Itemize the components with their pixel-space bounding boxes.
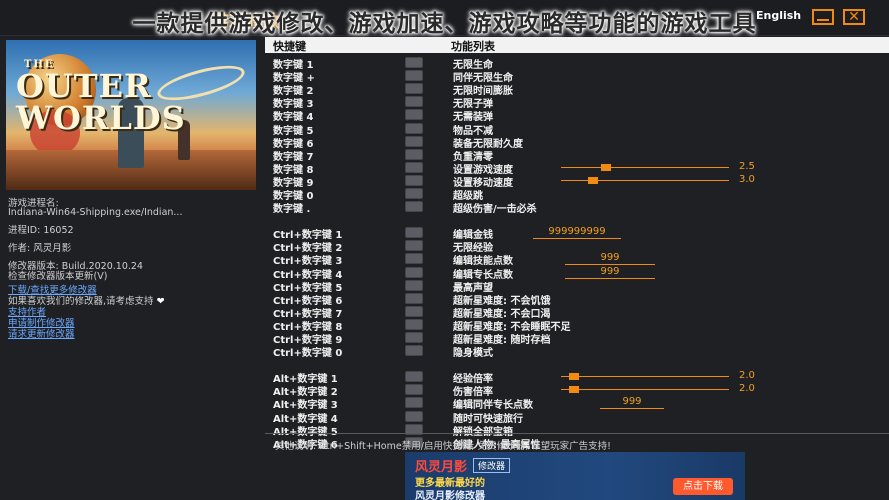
toggle-switch[interactable] xyxy=(405,410,423,422)
hotkey-row: 数字键 9 设置移动速度 3.0 xyxy=(265,173,889,189)
hotkey-row: Ctrl+数字键 2 无限经验 xyxy=(265,239,889,254)
hotkey-row: Alt+数字键 4 随时可快速旅行 xyxy=(265,410,889,425)
slider-value: 2.5 xyxy=(739,160,755,172)
slider-value: 2.0 xyxy=(739,383,755,395)
toggle-switch[interactable] xyxy=(405,96,423,108)
hotkey-row: 数字键 8 设置游戏速度 2.5 xyxy=(265,160,889,176)
toggle-switch[interactable] xyxy=(405,70,423,82)
value-slider[interactable] xyxy=(561,386,729,394)
table-header: 快捷键 功能列表 xyxy=(265,37,889,53)
hotkey-row: 数字键 4 无需装弹 xyxy=(265,108,889,123)
toggle-switch[interactable] xyxy=(405,371,423,383)
hotkey-row: 数字键 5 物品不减 xyxy=(265,122,889,137)
value-input[interactable]: 999999999 xyxy=(533,226,621,240)
ad-download-button[interactable]: 点击下载 xyxy=(673,478,733,495)
hotkey-row: 数字键 7 负重清零 xyxy=(265,148,889,163)
toggle-switch[interactable] xyxy=(405,135,423,147)
hotkey-row: 数字键 6 装备无限耐久度 xyxy=(265,135,889,150)
hotkey-row: Ctrl+数字键 6 超新星难度: 不会饥饿 xyxy=(265,292,889,307)
toggle-switch[interactable] xyxy=(405,161,423,173)
function-label: 隐身模式 xyxy=(453,348,493,360)
header-function: 功能列表 xyxy=(451,40,495,53)
hotkey-row: Ctrl+数字键 0 隐身模式 xyxy=(265,344,889,360)
toggle-switch[interactable] xyxy=(405,174,423,186)
toggle-switch[interactable] xyxy=(405,332,423,343)
value-input[interactable]: 999 xyxy=(565,252,655,266)
slider-knob[interactable] xyxy=(569,373,579,381)
cover-logo: THE OUTER WORLDS xyxy=(16,60,256,137)
hotkey-row: 数字键 + 同伴无限生命 xyxy=(265,69,889,84)
toggle-switch[interactable] xyxy=(405,227,423,239)
header-hotkey: 快捷键 xyxy=(273,40,306,53)
hotkey-row: 数字键 . 超级伤害/一击必杀 xyxy=(265,200,889,216)
toggle-switch[interactable] xyxy=(405,109,423,121)
hotkey-key: 数字键 . xyxy=(273,204,311,216)
hotkey-row: Ctrl+数字键 5 最高声望 xyxy=(265,279,889,294)
toggle-switch[interactable] xyxy=(405,397,423,409)
heart-icon: ❤ xyxy=(156,296,165,307)
hotkey-row: Ctrl+数字键 7 超新星难度: 不会口渴 xyxy=(265,305,889,320)
hotkey-row: Ctrl+数字键 9 超新星难度: 随时存档 xyxy=(265,331,889,346)
hotkey-row: 数字键 3 无限子弹 xyxy=(265,95,889,110)
value-slider[interactable] xyxy=(561,373,729,381)
cover-logo-big: OUTER WORLDS xyxy=(16,67,186,137)
toggle-switch[interactable] xyxy=(405,83,423,95)
toggle-switch[interactable] xyxy=(405,201,423,213)
game-cover-image: THE OUTER WORLDS xyxy=(6,40,256,190)
hotkey-row: Alt+数字键 3 编辑同伴专长点数 999 xyxy=(265,396,889,411)
hotkey-row: Ctrl+数字键 1 编辑金钱 999999999 xyxy=(265,226,889,241)
toggle-switch[interactable] xyxy=(405,345,423,357)
ad-tag: 修改器 xyxy=(473,458,511,473)
toggle-switch[interactable] xyxy=(405,148,423,160)
toggle-switch[interactable] xyxy=(405,305,423,317)
overlay-caption: 一款提供游戏修改、游戏加速、游戏攻略等功能的游戏工具 xyxy=(132,11,757,37)
process-id: 进程ID: 16052 xyxy=(8,225,74,236)
slider-knob[interactable] xyxy=(601,163,611,171)
slider-knob[interactable] xyxy=(588,176,598,184)
value-slider[interactable] xyxy=(561,176,729,184)
ad-logo: 风灵月影 xyxy=(415,460,468,475)
hotkey-row: 数字键 1 无限生命 xyxy=(265,56,889,71)
request-update-link[interactable]: 请求更新修改器 xyxy=(8,326,75,340)
slider-knob[interactable] xyxy=(569,386,579,394)
process-name: Indiana-Win64-Shipping.exe/Indian... xyxy=(8,207,183,218)
value-slider[interactable] xyxy=(561,163,729,171)
toggle-switch[interactable] xyxy=(405,240,423,252)
hotkey-row: Alt+数字键 2 伤害倍率 2.0 xyxy=(265,383,889,398)
footnote: 其他说明: Ctrl+Shift+Home禁用/启用快捷键; 免费修改器, 希望… xyxy=(275,441,611,452)
hotkey-key: Ctrl+数字键 0 xyxy=(273,348,343,360)
author: 作者: 风灵月影 xyxy=(8,243,72,254)
hotkey-row: Alt+数字键 1 经验倍率 2.0 xyxy=(265,370,889,385)
hotkey-row: Ctrl+数字键 3 编辑技能点数 999 xyxy=(265,252,889,267)
slider-value: 2.0 xyxy=(739,370,755,382)
ad-line-2: 风灵月影修改器 xyxy=(415,491,485,500)
toggle-switch[interactable] xyxy=(405,57,423,68)
toggle-switch[interactable] xyxy=(405,318,423,330)
divider xyxy=(265,433,889,434)
toggle-switch[interactable] xyxy=(405,384,423,396)
hotkey-row: 数字键 0 超级跳 xyxy=(265,187,889,202)
toggle-switch[interactable] xyxy=(405,253,423,265)
hotkey-list: 数字键 1 无限生命 数字键 + 同伴无限生命 数字键 2 无限时间膨胀 数字键 3 无限子弹… xyxy=(265,54,889,451)
toggle-switch[interactable] xyxy=(405,279,423,291)
toggle-switch[interactable] xyxy=(405,122,423,134)
function-label: 超级伤害/一击必杀 xyxy=(453,204,537,216)
toggle-switch[interactable] xyxy=(405,188,423,199)
toggle-switch[interactable] xyxy=(405,292,423,304)
toggle-switch[interactable] xyxy=(405,266,423,278)
hotkey-row: 数字键 2 无限时间膨胀 xyxy=(265,82,889,97)
hotkey-row: Ctrl+数字键 4 编辑专长点数 999 xyxy=(265,266,889,281)
value-input[interactable]: 999 xyxy=(600,396,664,410)
slider-value: 3.0 xyxy=(739,173,755,185)
check-update-link[interactable]: 检查修改器版本更新(V) xyxy=(8,268,107,282)
ad-banner[interactable]: 风灵月影 修改器 更多最新最好的 风灵月影修改器 点击下载 xyxy=(405,452,745,500)
left-panel: THE OUTER WORLDS 游戏进程名: Indiana-Win64-Sh… xyxy=(0,37,262,500)
hotkey-row: Ctrl+数字键 8 超新星难度: 不会睡眠不足 xyxy=(265,318,889,333)
value-input[interactable]: 999 xyxy=(565,266,655,279)
